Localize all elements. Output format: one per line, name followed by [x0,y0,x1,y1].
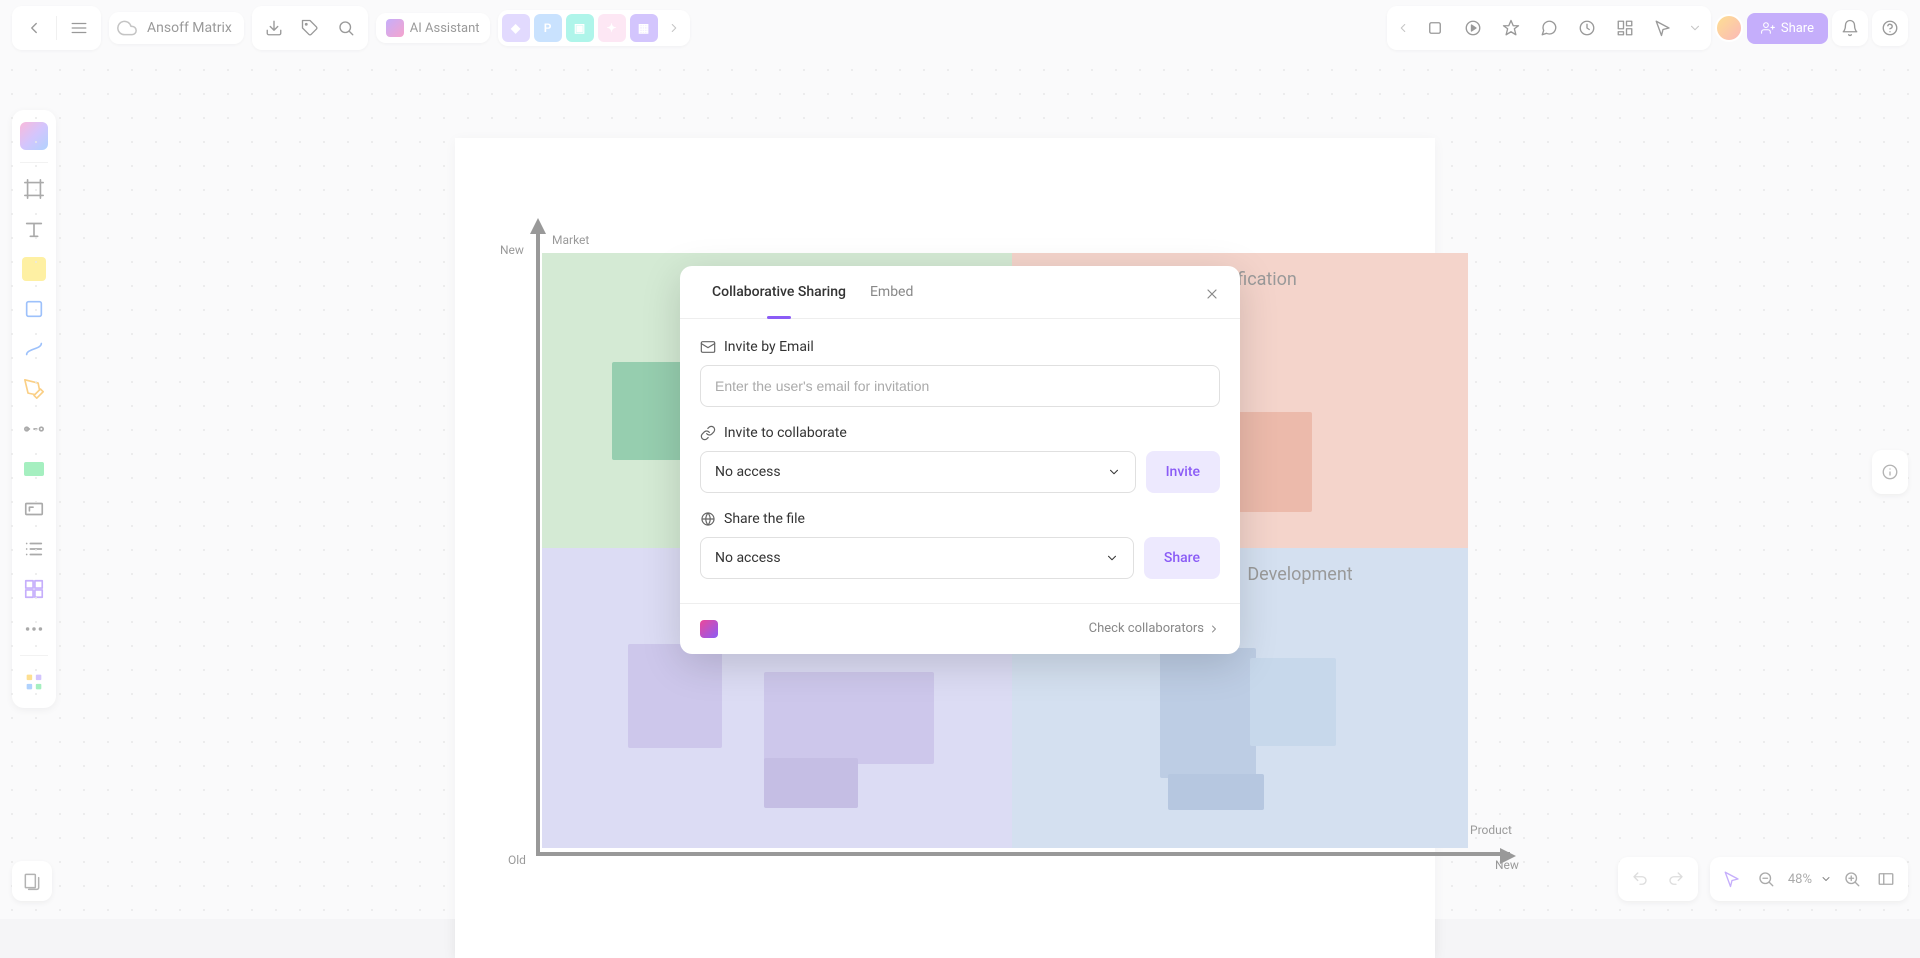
tab-embed[interactable]: Embed [858,266,925,318]
invite-link-header: Invite to collaborate [700,425,1220,441]
modal-body: Invite by Email Invite to collaborate No… [680,319,1240,603]
invite-access-select[interactable]: No access [700,451,1136,493]
email-input[interactable] [700,365,1220,407]
invite-link-section: Invite to collaborate No access Invite [700,425,1220,493]
share-access-select[interactable]: No access [700,537,1134,579]
invite-link-label: Invite to collaborate [724,425,847,441]
share-modal: Collaborative Sharing Embed Invite by Em… [680,266,1240,654]
share-file-label: Share the file [724,511,805,527]
check-collaborators-link[interactable]: Check collaborators [1089,621,1220,636]
invite-email-header: Invite by Email [700,339,1220,355]
modal-overlay[interactable]: Collaborative Sharing Embed Invite by Em… [0,0,1920,919]
close-button[interactable] [1200,282,1224,306]
share-file-header: Share the file [700,511,1220,527]
chevron-down-icon [1107,465,1121,479]
link-icon [700,425,716,441]
modal-share-button[interactable]: Share [1144,537,1220,579]
chevron-right-icon [1208,623,1220,635]
invite-email-label: Invite by Email [724,339,814,355]
brand-logo [700,620,718,638]
share-access-value: No access [715,550,781,566]
modal-footer: Check collaborators [680,603,1240,654]
invite-button[interactable]: Invite [1146,451,1220,493]
tab-collaborative-sharing[interactable]: Collaborative Sharing [700,266,858,318]
share-row: No access Share [700,537,1220,579]
invite-access-value: No access [715,464,781,480]
share-file-section: Share the file No access Share [700,511,1220,579]
globe-icon [700,511,716,527]
invite-row: No access Invite [700,451,1220,493]
modal-tabs: Collaborative Sharing Embed [680,266,1240,319]
email-icon [700,339,716,355]
chevron-down-icon [1105,551,1119,565]
invite-email-section: Invite by Email [700,339,1220,407]
